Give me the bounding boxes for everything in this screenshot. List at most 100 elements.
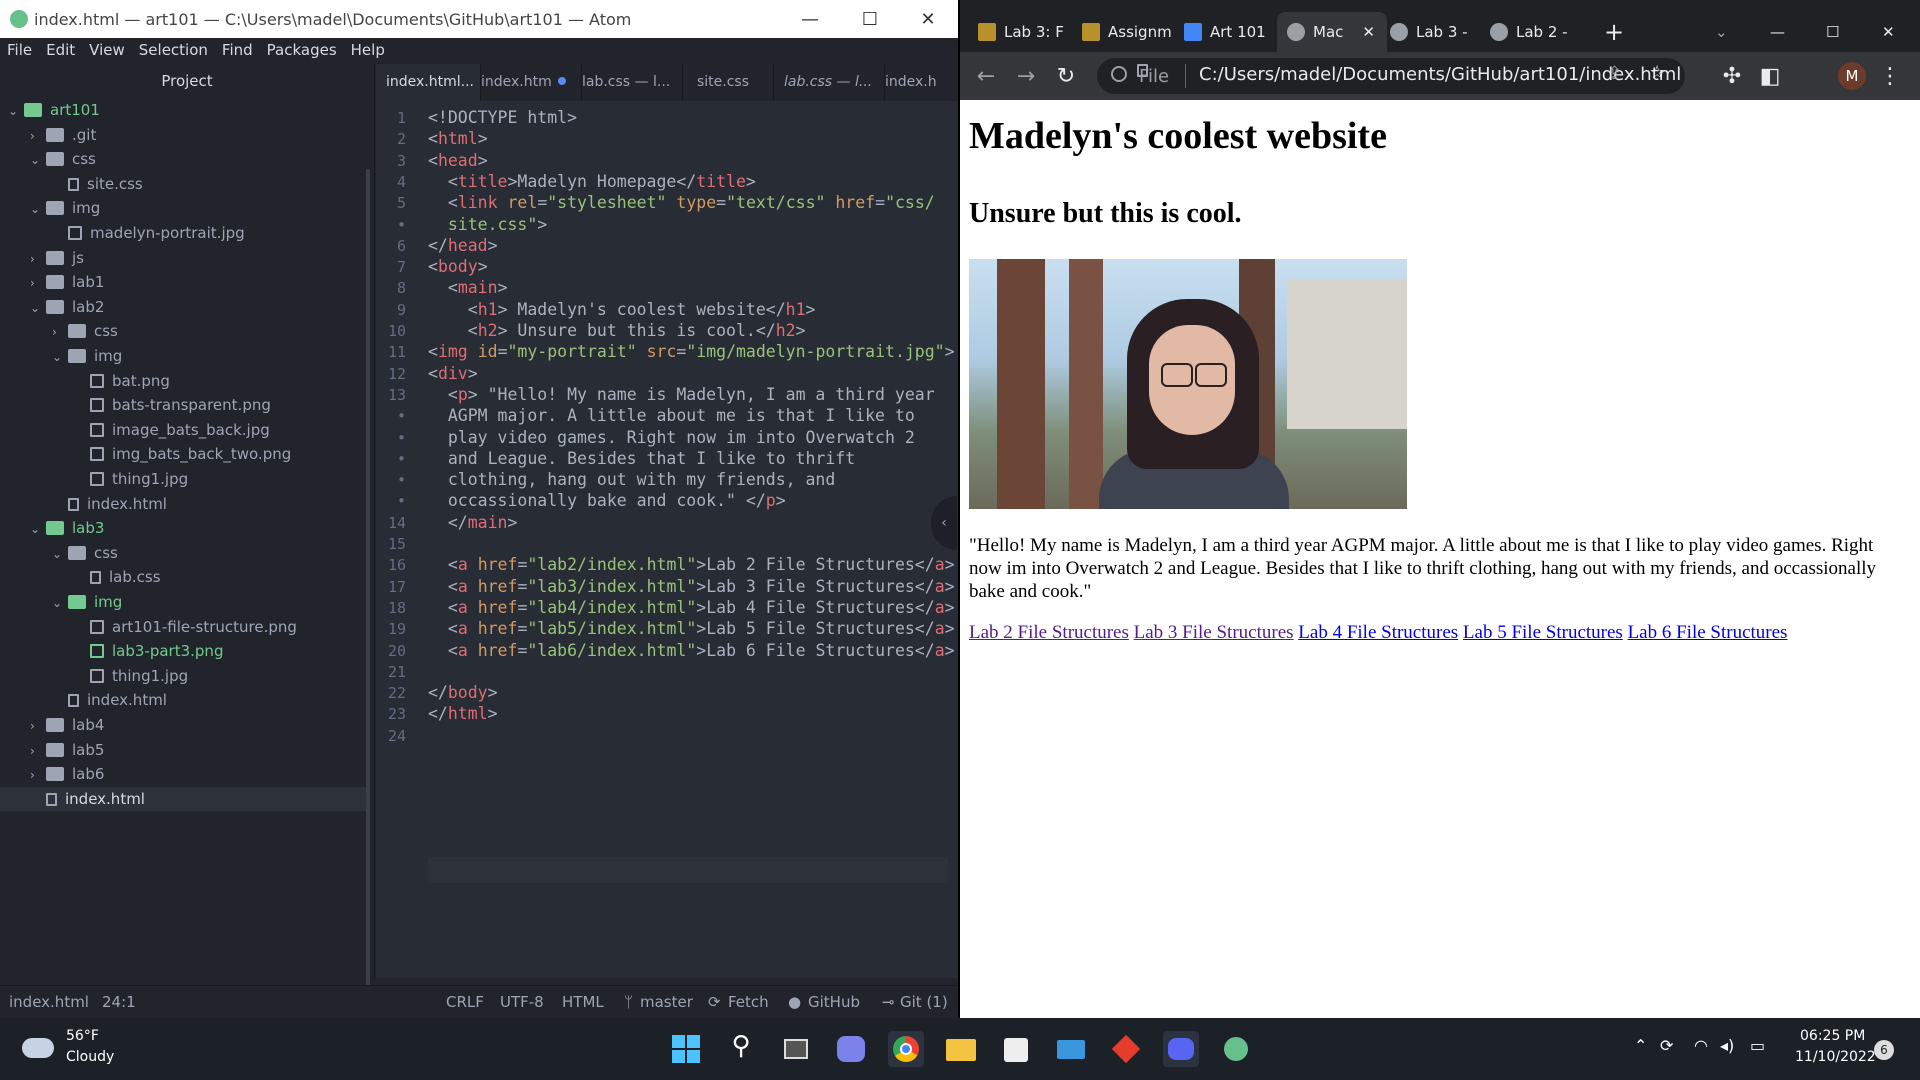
tree-item[interactable]: ⌄ img bbox=[0, 196, 366, 220]
tree-item[interactable]: ⌄ img bbox=[0, 344, 366, 368]
tree-item[interactable]: index.html bbox=[0, 688, 366, 712]
profile-avatar[interactable]: M bbox=[1838, 62, 1866, 90]
code-line[interactable]: </main> bbox=[428, 513, 518, 532]
tab-index-htm-modified[interactable]: index.htm bbox=[471, 64, 582, 101]
minimize-icon[interactable]: — bbox=[780, 0, 840, 38]
collapse-panel-chevron-icon[interactable]: ‹ bbox=[931, 496, 957, 550]
extensions-puzzle-icon[interactable]: ✣ bbox=[1720, 64, 1744, 89]
code-line[interactable]: <div> bbox=[428, 364, 478, 383]
code-line[interactable]: clothing, hang out with my friends, and bbox=[428, 470, 835, 489]
file-explorer-icon[interactable] bbox=[943, 1031, 979, 1067]
weather-temp[interactable]: 56°F bbox=[66, 1028, 99, 1044]
task-view-icon[interactable] bbox=[778, 1031, 814, 1067]
sync-icon[interactable]: ⟳ bbox=[1660, 1036, 1673, 1055]
menu-file[interactable]: File bbox=[0, 38, 39, 64]
code-line[interactable]: play video games. Right now im into Over… bbox=[428, 428, 915, 447]
close-icon[interactable]: ✕ bbox=[898, 0, 958, 38]
site-info-icon[interactable] bbox=[1111, 66, 1127, 82]
address-bar[interactable]: File C:/Users/madel/Documents/GitHub/art… bbox=[1097, 58, 1685, 94]
chrome-tab-lab2-local[interactable]: Lab 2 - bbox=[1490, 12, 1585, 52]
tree-item[interactable]: thing1.jpg bbox=[0, 664, 366, 688]
code-line[interactable]: <!DOCTYPE html> bbox=[428, 108, 577, 127]
status-grammar[interactable]: HTML bbox=[562, 993, 604, 1011]
link-lab3[interactable]: Lab 3 File Structures bbox=[1134, 622, 1294, 643]
mail-icon[interactable] bbox=[1053, 1031, 1089, 1067]
code-line[interactable]: <p> "Hello! My name is Madelyn, I am a t… bbox=[428, 385, 935, 404]
code-line[interactable]: </body> bbox=[428, 683, 498, 702]
tree-item[interactable]: ⌄ art101 bbox=[0, 98, 366, 122]
weather-desc[interactable]: Cloudy bbox=[66, 1049, 114, 1065]
code-line[interactable]: <a href="lab4/index.html">Lab 4 File Str… bbox=[428, 598, 955, 617]
menu-help[interactable]: Help bbox=[344, 38, 392, 64]
code-line[interactable]: <img id="my-portrait" src="img/madelyn-p… bbox=[428, 342, 955, 361]
code-line[interactable]: and League. Besides that I like to thrif… bbox=[428, 449, 855, 468]
tab-index-html-active[interactable]: index.html... bbox=[376, 64, 481, 101]
tree-item[interactable]: › lab5 bbox=[0, 738, 366, 762]
code-line[interactable]: <title>Madelyn Homepage</title> bbox=[428, 172, 756, 191]
tab-search-chevron-icon[interactable]: ⌄ bbox=[1715, 12, 1739, 52]
notification-badge[interactable]: 6 bbox=[1874, 1040, 1894, 1060]
tree-item[interactable]: art101-file-structure.png bbox=[0, 615, 366, 639]
battery-icon[interactable]: ▭ bbox=[1750, 1036, 1765, 1055]
app-diamond-icon[interactable] bbox=[1108, 1031, 1144, 1067]
status-file[interactable]: index.html bbox=[9, 993, 89, 1011]
code-line[interactable]: <h2> Unsure but this is cool.</h2> bbox=[428, 321, 806, 340]
tree-item[interactable]: bat.png bbox=[0, 369, 366, 393]
chrome-maximize-icon[interactable]: ☐ bbox=[1826, 12, 1850, 52]
volume-icon[interactable]: ◂) bbox=[1720, 1036, 1734, 1055]
status-encoding[interactable]: UTF-8 bbox=[500, 993, 544, 1011]
discord-icon[interactable] bbox=[1163, 1031, 1199, 1067]
teams-chat-icon[interactable] bbox=[833, 1031, 869, 1067]
chrome-close-icon[interactable]: ✕ bbox=[1882, 12, 1906, 52]
maximize-icon[interactable]: ☐ bbox=[840, 0, 900, 38]
share-icon[interactable]: ⇪ bbox=[1607, 63, 1622, 84]
tree-item[interactable]: lab3-part3.png bbox=[0, 639, 366, 663]
code-line[interactable]: <a href="lab5/index.html">Lab 5 File Str… bbox=[428, 619, 955, 638]
tree-item[interactable]: image_bats_back.jpg bbox=[0, 418, 366, 442]
tree-item[interactable]: index.html bbox=[0, 786, 366, 811]
tab-index-h[interactable]: index.h bbox=[875, 64, 968, 101]
code-line[interactable]: occassionally bake and cook." </p> bbox=[428, 491, 786, 510]
chrome-tab-lab3-local[interactable]: Lab 3 - bbox=[1390, 12, 1485, 52]
chrome-minimize-icon[interactable]: — bbox=[1770, 12, 1794, 52]
tree-item[interactable]: img_bats_back_two.png bbox=[0, 442, 366, 466]
menu-selection[interactable]: Selection bbox=[132, 38, 215, 64]
tab-lab-css[interactable]: lab.css — l... bbox=[572, 64, 683, 101]
link-lab6[interactable]: Lab 6 File Structures bbox=[1628, 622, 1788, 643]
code-line[interactable]: <link rel="stylesheet" type="text/css" h… bbox=[428, 193, 935, 212]
bookmark-star-icon[interactable]: ☆ bbox=[1649, 62, 1665, 83]
tree-item[interactable]: lab.css bbox=[0, 565, 366, 589]
tree-item[interactable]: ⌄ lab3 bbox=[0, 516, 366, 540]
menu-edit[interactable]: Edit bbox=[39, 38, 82, 64]
status-line-ending[interactable]: CRLF bbox=[446, 993, 484, 1011]
code-line[interactable]: </html> bbox=[428, 704, 498, 723]
code-line[interactable]: <html> bbox=[428, 129, 488, 148]
chrome-tab-assignment[interactable]: Assignm bbox=[1082, 12, 1172, 52]
tree-item[interactable]: › css bbox=[0, 319, 366, 343]
status-cursor[interactable]: 24:1 bbox=[102, 993, 136, 1011]
link-lab5[interactable]: Lab 5 File Structures bbox=[1463, 622, 1623, 643]
code-line[interactable]: site.css"> bbox=[428, 215, 547, 234]
forward-arrow-icon[interactable]: → bbox=[1014, 64, 1038, 89]
code-line[interactable]: <h1> Madelyn's coolest website</h1> bbox=[428, 300, 816, 319]
clock-date[interactable]: 11/10/2022 bbox=[1795, 1049, 1876, 1065]
tree-item[interactable]: thing1.jpg bbox=[0, 467, 366, 491]
tree-item[interactable]: ⌄ css bbox=[0, 541, 366, 565]
status-branch[interactable]: master bbox=[640, 993, 693, 1011]
code-line[interactable]: <a href="lab2/index.html">Lab 2 File Str… bbox=[428, 555, 955, 574]
search-icon[interactable]: ⚲ bbox=[723, 1031, 759, 1067]
status-git[interactable]: Git (1) bbox=[900, 993, 948, 1011]
windows-start-icon[interactable] bbox=[668, 1031, 704, 1067]
tab-site-css[interactable]: site.css bbox=[673, 64, 774, 101]
tree-item[interactable]: › lab1 bbox=[0, 270, 366, 294]
code-line[interactable]: AGPM major. A little about me is that I … bbox=[428, 406, 915, 425]
tree-item[interactable]: ⌄ img bbox=[0, 590, 366, 614]
code-line[interactable]: </head> bbox=[428, 236, 498, 255]
link-lab4[interactable]: Lab 4 File Structures bbox=[1298, 622, 1458, 643]
tree-item[interactable]: site.css bbox=[0, 172, 366, 196]
tree-item[interactable]: ⌄ css bbox=[0, 147, 366, 171]
tree-item[interactable]: › js bbox=[0, 246, 366, 270]
chrome-tab-lab3[interactable]: Lab 3: F bbox=[978, 12, 1073, 52]
chrome-menu-kebab-icon[interactable]: ⋮ bbox=[1878, 64, 1902, 89]
tab-close-icon[interactable]: ✕ bbox=[1362, 12, 1375, 52]
